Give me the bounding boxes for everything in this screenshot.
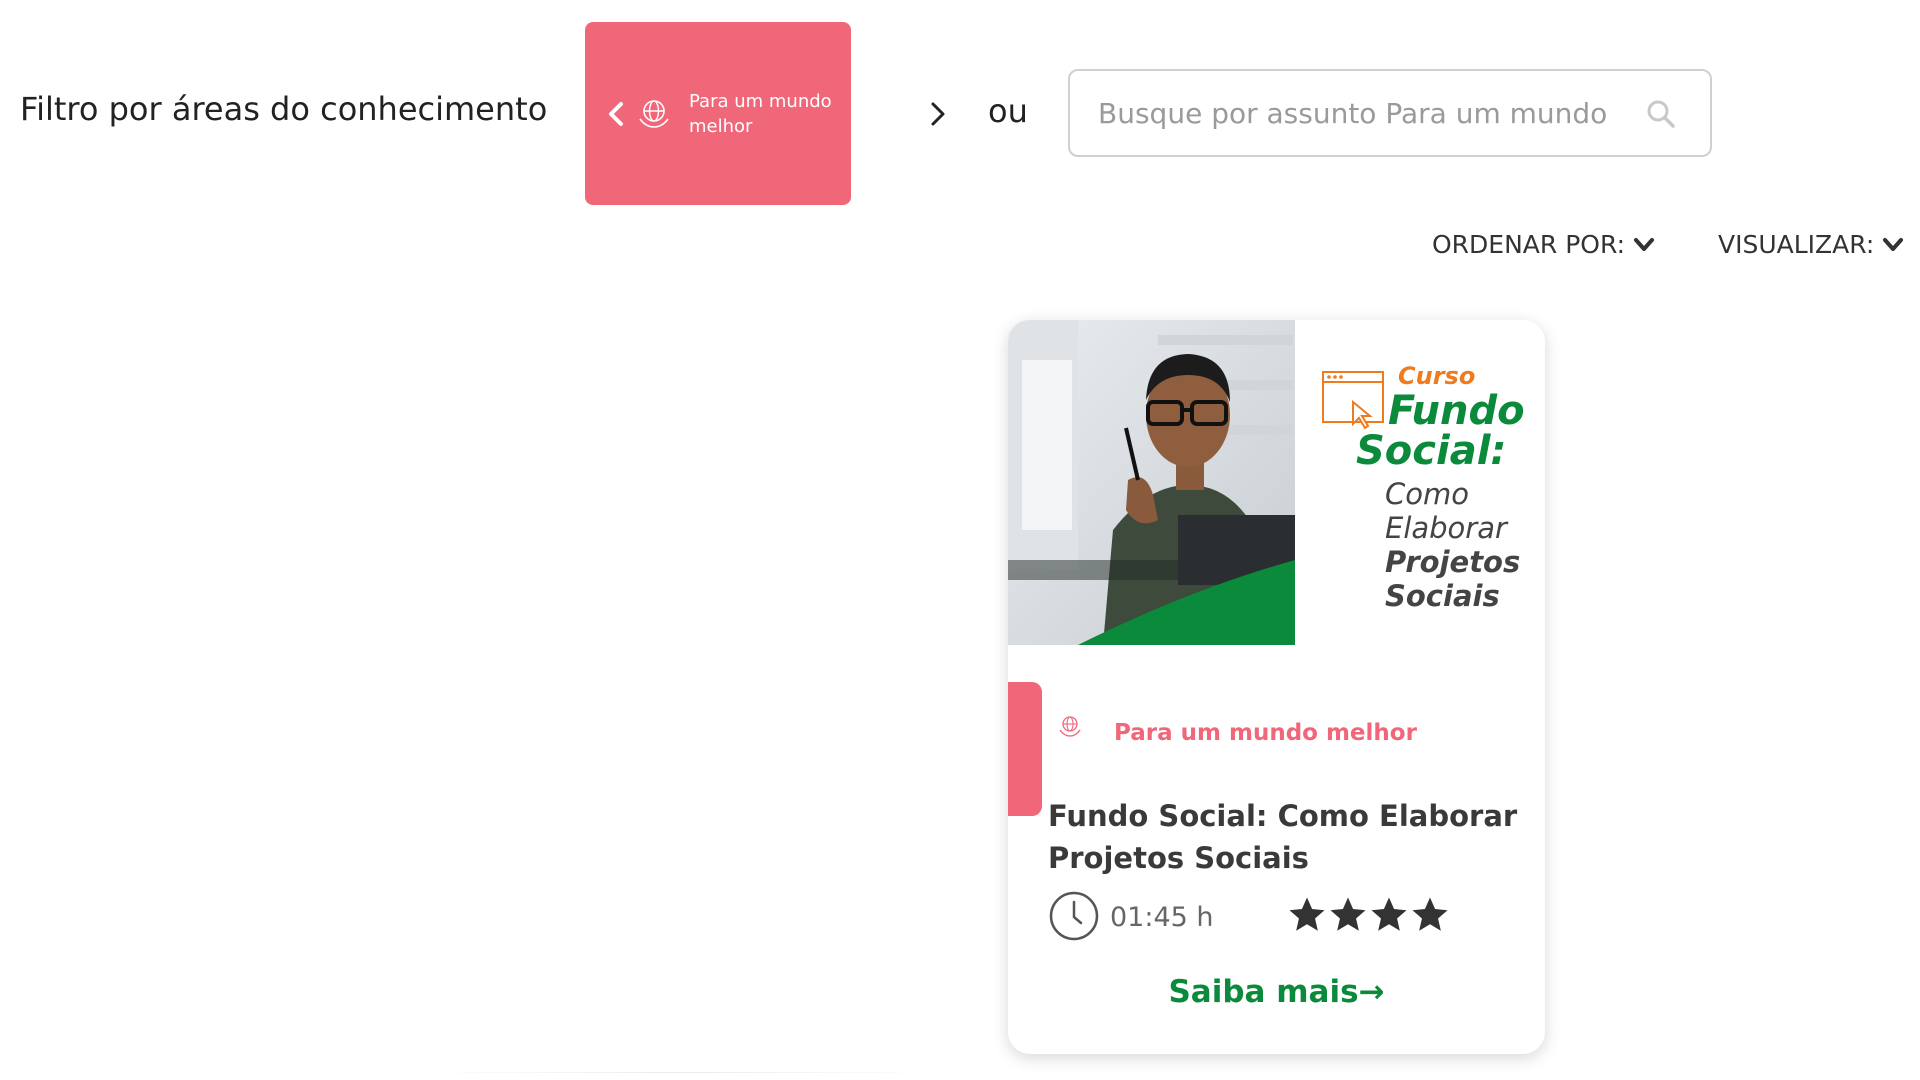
chevron-down-icon bbox=[1883, 237, 1904, 251]
chevron-left-icon[interactable] bbox=[605, 101, 627, 127]
image-badge: Curso bbox=[1398, 362, 1475, 390]
saiba-mais-link[interactable]: Saiba mais→ bbox=[1008, 974, 1545, 1010]
divider bbox=[420, 1072, 940, 1073]
image-subtitle-2: Elaborar bbox=[1385, 511, 1509, 545]
category-carousel-item[interactable]: Para um mundo melhor bbox=[585, 22, 851, 205]
course-card[interactable]: Curso Fundo Social: Como Elaborar Projet… bbox=[1008, 320, 1545, 1054]
course-duration: 01:45 h bbox=[1110, 902, 1214, 933]
image-subtitle-4: Sociais bbox=[1385, 579, 1500, 613]
rating-stars bbox=[1286, 894, 1450, 936]
chevron-down-icon bbox=[1634, 237, 1654, 251]
globe-hands-icon bbox=[1059, 716, 1081, 737]
image-subtitle-1: Como bbox=[1385, 477, 1469, 511]
view-dropdown[interactable]: VISUALIZAR: bbox=[1718, 230, 1904, 259]
card-category-label: Para um mundo melhor bbox=[1114, 720, 1417, 746]
search-icon[interactable] bbox=[1646, 99, 1676, 129]
globe-hands-icon bbox=[639, 99, 669, 128]
category-chip-label: Para um mundo melhor bbox=[689, 90, 832, 137]
filter-label: Filtro por áreas do conhecimento bbox=[20, 90, 548, 128]
star-icon bbox=[1412, 897, 1448, 931]
star-icon bbox=[1371, 897, 1407, 931]
course-thumbnail: Curso Fundo Social: Como Elaborar Projet… bbox=[1008, 320, 1545, 645]
course-title[interactable]: Fundo Social: Como Elaborar Projetos Soc… bbox=[1048, 795, 1518, 879]
view-label: VISUALIZAR: bbox=[1718, 230, 1875, 259]
clock-icon bbox=[1049, 891, 1099, 941]
image-subtitle-3: Projetos bbox=[1385, 545, 1520, 579]
search-input[interactable] bbox=[1096, 95, 1610, 131]
card-category-accent bbox=[1008, 682, 1042, 816]
chevron-right-icon[interactable] bbox=[925, 98, 951, 130]
image-title-line2: Social: bbox=[1356, 428, 1506, 474]
star-icon bbox=[1330, 897, 1366, 931]
search-field[interactable] bbox=[1068, 69, 1712, 157]
sort-label: ORDENAR POR: bbox=[1432, 230, 1625, 259]
or-separator: ou bbox=[988, 92, 1028, 130]
star-icon bbox=[1289, 897, 1325, 931]
sort-dropdown[interactable]: ORDENAR POR: bbox=[1432, 230, 1655, 259]
